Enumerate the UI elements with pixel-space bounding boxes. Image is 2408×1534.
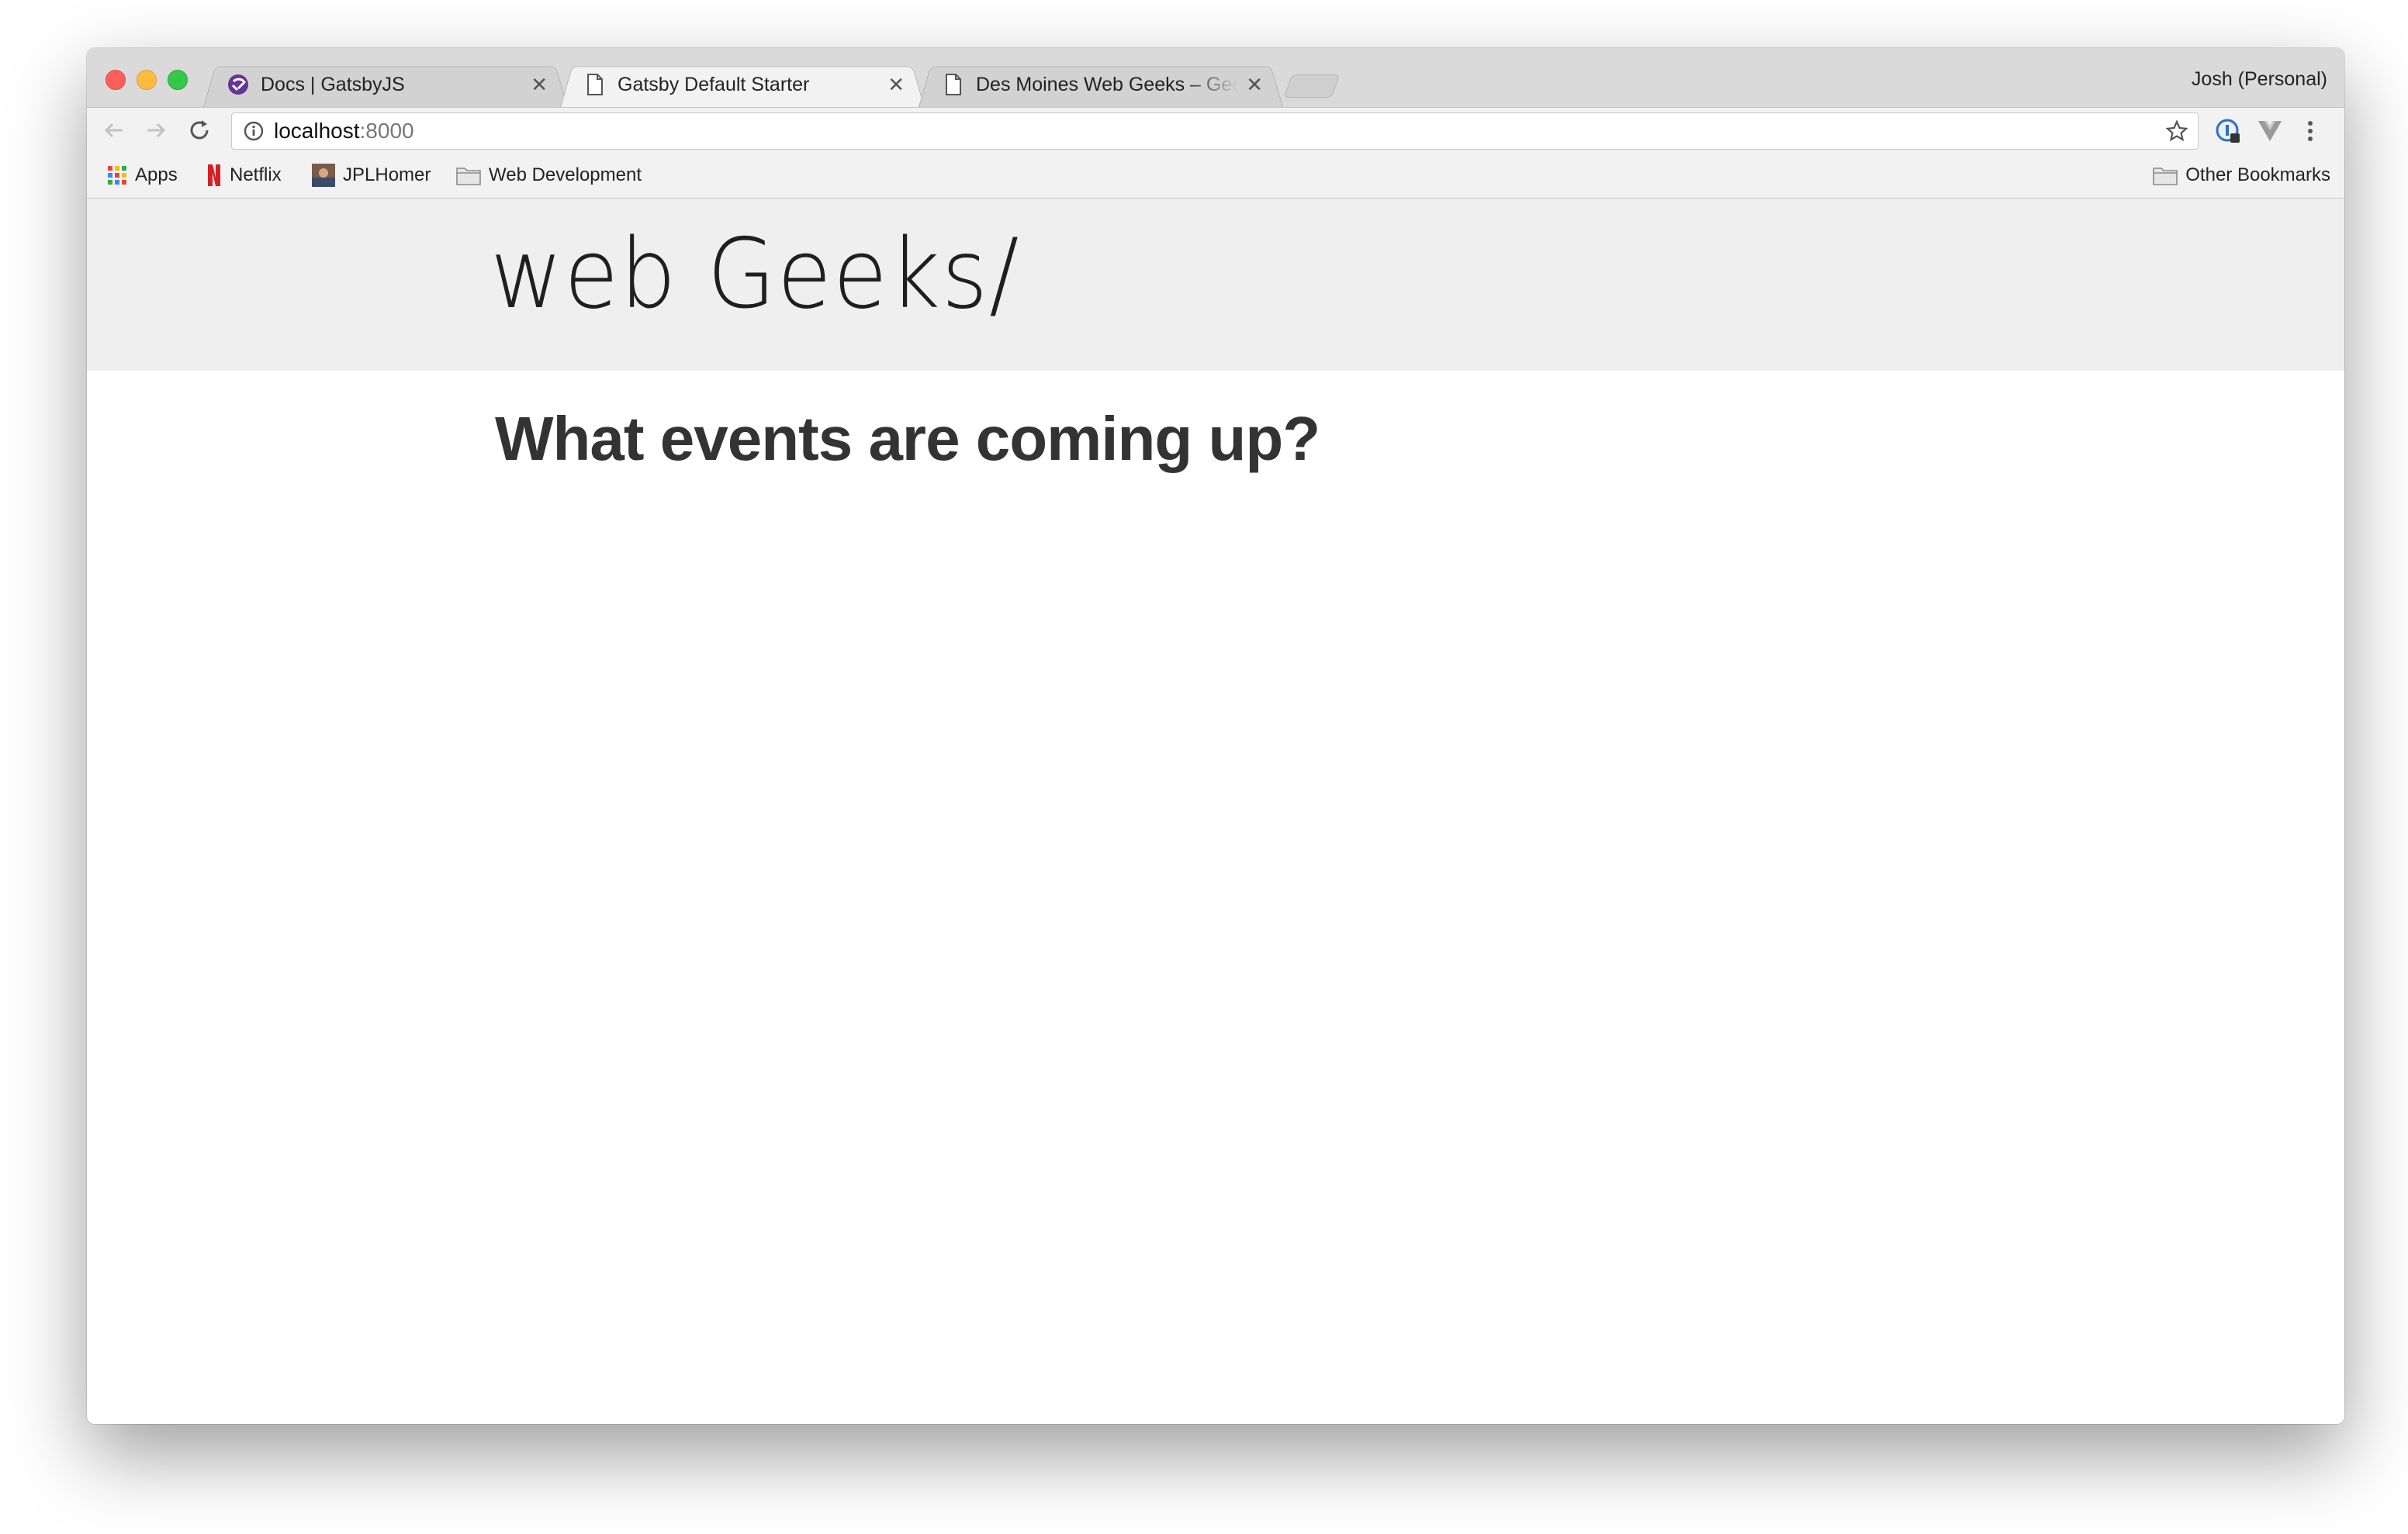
- page-icon: [583, 73, 607, 96]
- netflix-icon: [206, 164, 222, 187]
- forward-button[interactable]: [143, 117, 169, 143]
- site-logo[interactable]: web Geeks/: [490, 226, 1020, 323]
- bookmark-label: Netflix: [230, 164, 282, 185]
- bookmark-netflix[interactable]: Netflix: [206, 162, 282, 188]
- extension-vue-devtools[interactable]: [2256, 117, 2284, 145]
- tab-title: Des Moines Web Geeks – Geek: [976, 73, 1239, 95]
- tab-gatsby-default-starter[interactable]: Gatsby Default Starter ✕: [560, 62, 925, 107]
- browser-window: Docs | GatsbyJS ✕ Gatsby Default Starter…: [87, 48, 2344, 1424]
- forward-arrow-icon: [147, 123, 166, 138]
- bookmark-folder-other[interactable]: Other Bookmarks: [2153, 162, 2330, 188]
- extension-onepassword[interactable]: [2214, 117, 2242, 145]
- profile-name[interactable]: Josh (Personal): [2192, 68, 2327, 91]
- onepassword-icon: [2216, 119, 2240, 143]
- browser-menu-button[interactable]: [2296, 117, 2324, 145]
- page-icon: [942, 73, 965, 96]
- site-header: web Geeks/: [87, 199, 2344, 371]
- vue-icon: [2258, 121, 2282, 141]
- browser-toolbar: localhost:8000: [87, 108, 2344, 153]
- new-tab-button[interactable]: [1283, 74, 1341, 98]
- tab-des-moines-web-geeks[interactable]: Des Moines Web Geeks – Geek ✕: [919, 62, 1283, 107]
- window-minimize-button[interactable]: [137, 70, 157, 90]
- jplhomer-avatar-icon: [312, 164, 335, 187]
- address-bar[interactable]: localhost:8000: [231, 112, 2199, 150]
- bookmark-label: JPLHomer: [343, 164, 431, 185]
- tab-close-icon[interactable]: ✕: [887, 73, 905, 97]
- back-button[interactable]: [101, 117, 127, 143]
- bookmark-apps[interactable]: Apps: [107, 162, 178, 188]
- bookmark-label: Web Development: [489, 164, 642, 185]
- bookmarks-bar: Apps Netflix JPLHomer Web Development Ot…: [87, 153, 2344, 199]
- window-zoom-button[interactable]: [168, 70, 188, 90]
- bookmark-star-icon[interactable]: [2165, 119, 2188, 143]
- window-close-button[interactable]: [106, 70, 126, 90]
- reload-button[interactable]: [186, 117, 213, 143]
- tab-close-icon[interactable]: ✕: [531, 73, 548, 97]
- folder-icon: [456, 165, 481, 185]
- info-icon[interactable]: [243, 120, 265, 142]
- gatsby-icon: [227, 73, 250, 96]
- address-url[interactable]: localhost:8000: [274, 119, 414, 143]
- page-title: What events are coming up?: [495, 404, 1320, 473]
- tab-title: Gatsby Default Starter: [618, 73, 810, 95]
- reload-icon: [190, 120, 209, 140]
- bookmark-jplhomer[interactable]: JPLHomer: [312, 162, 431, 188]
- back-arrow-icon: [104, 123, 123, 138]
- tab-docs-gatsbyjs[interactable]: Docs | GatsbyJS ✕: [203, 62, 568, 107]
- tab-title: Docs | GatsbyJS: [261, 73, 405, 95]
- bookmark-folder-web-development[interactable]: Web Development: [456, 162, 642, 188]
- apps-grid-icon: [107, 165, 127, 185]
- tab-close-icon[interactable]: ✕: [1246, 73, 1263, 97]
- tab-strip: Docs | GatsbyJS ✕ Gatsby Default Starter…: [87, 48, 2344, 108]
- page-content: web Geeks/ What events are coming up?: [87, 199, 2344, 1424]
- folder-icon: [2153, 165, 2178, 185]
- more-vertical-icon: [2308, 121, 2313, 141]
- bookmark-label: Apps: [135, 164, 178, 185]
- bookmark-label: Other Bookmarks: [2185, 164, 2330, 185]
